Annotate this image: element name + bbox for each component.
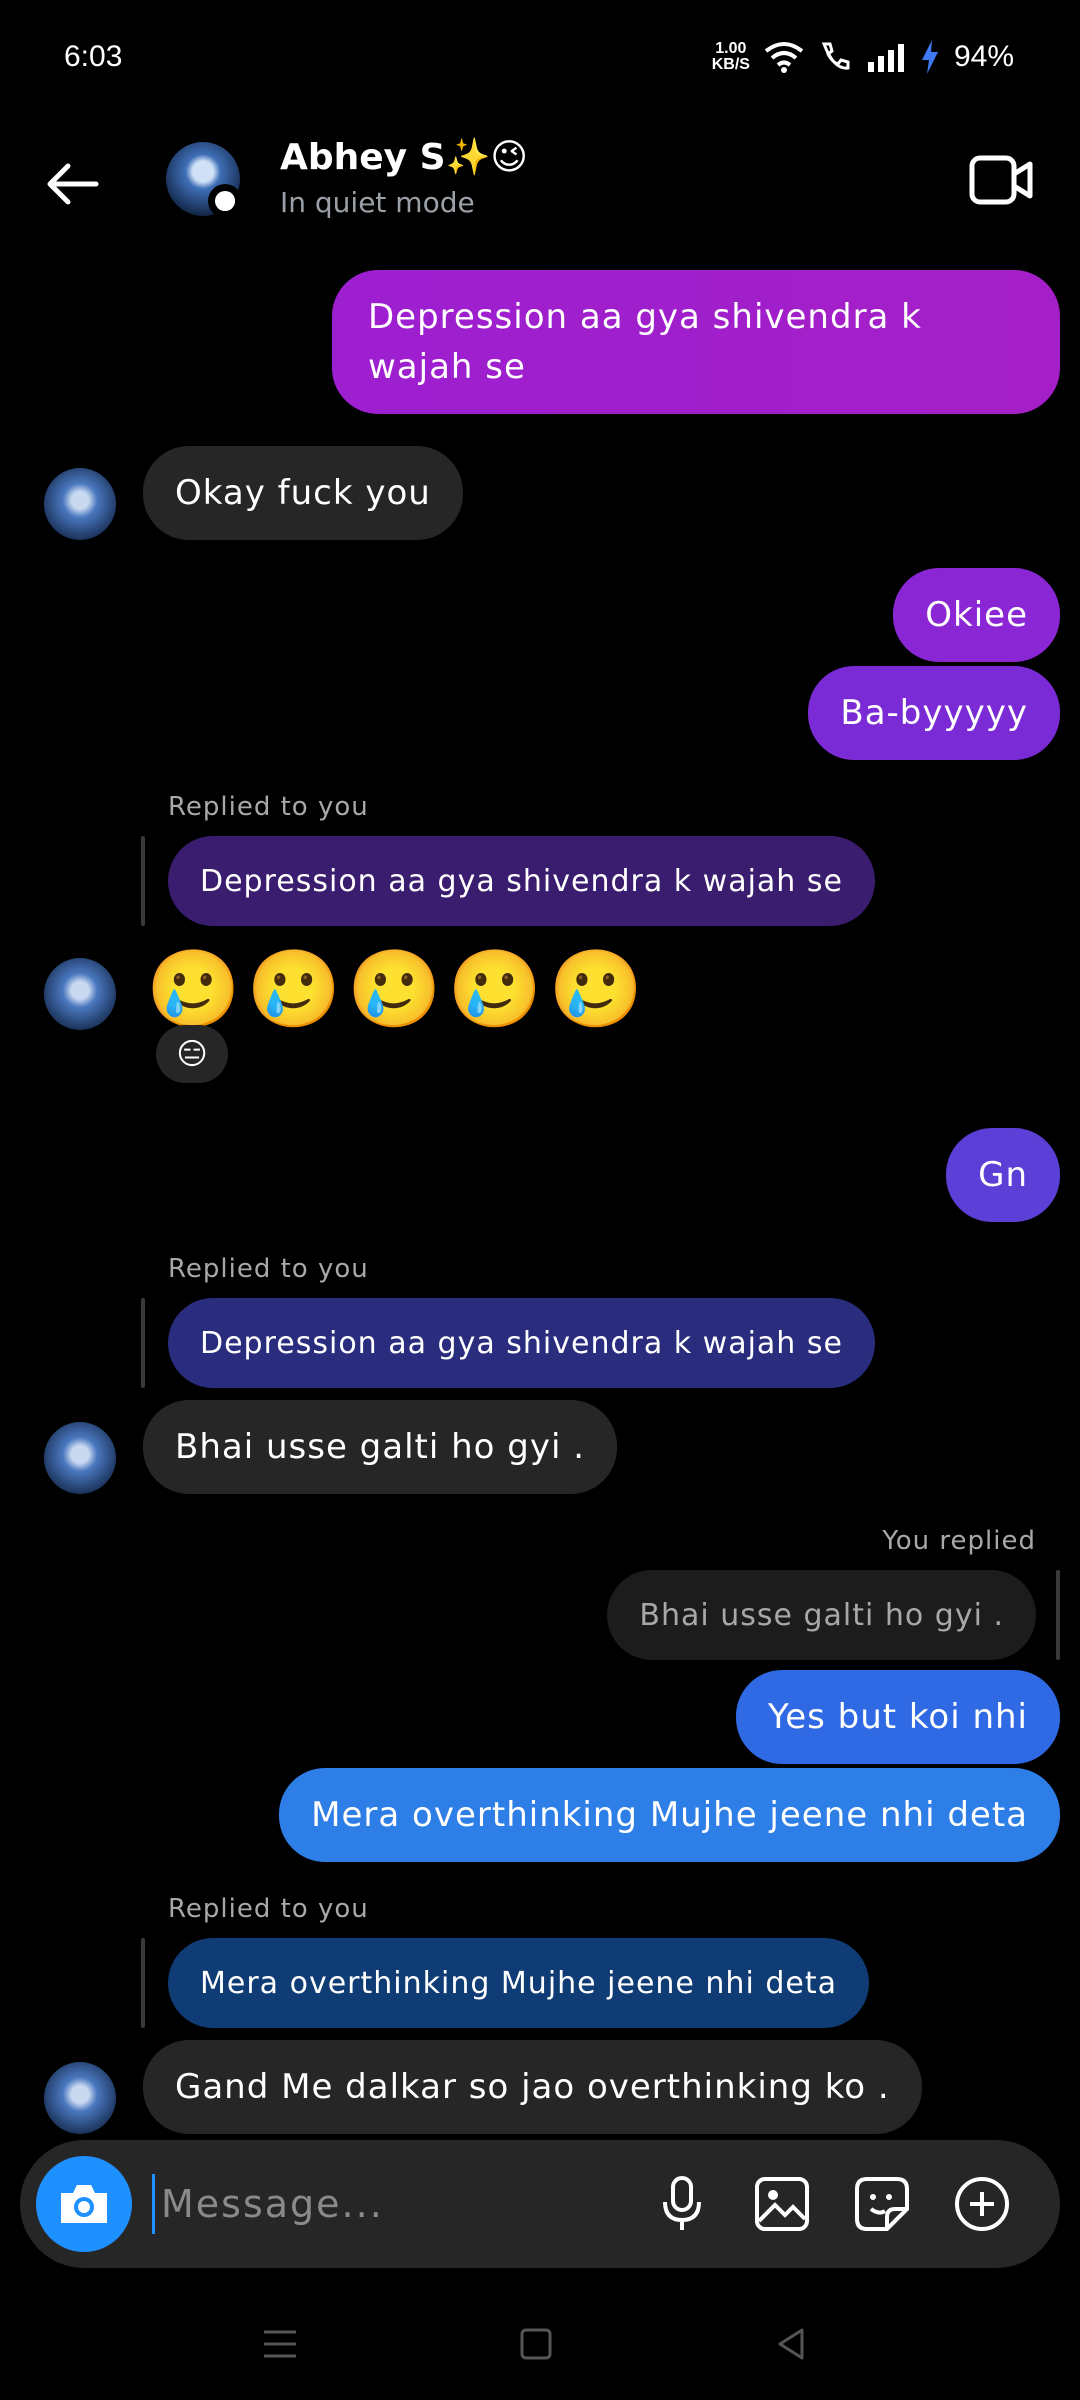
status-bar: 6:03 1.00 KB/S 94% [0, 0, 1080, 120]
battery-level: 94% [953, 40, 1014, 73]
gallery-icon [755, 2177, 809, 2231]
video-call-icon[interactable] [968, 152, 1034, 208]
wifi-calling-icon [821, 42, 850, 70]
sticker-button[interactable] [850, 2172, 914, 2236]
plus-icon [955, 2177, 1009, 2231]
quoted-message[interactable]: Bhai usse galti ho gyi . [607, 1570, 1036, 1660]
reply-indicator [141, 1298, 145, 1388]
sender-avatar[interactable] [44, 468, 116, 540]
status-icons: 1.00 KB/S 94% [712, 40, 1014, 74]
message-reaction[interactable]: 😑 [156, 1025, 228, 1083]
emoji-message[interactable]: 🥲🥲🥲🥲🥲 [146, 944, 649, 1034]
reply-indicator [141, 836, 145, 926]
camera-icon [61, 2185, 107, 2223]
signal-icon [867, 44, 904, 72]
menu-icon[interactable] [256, 2320, 304, 2368]
message-incoming[interactable]: Gand Me dalkar so jao overthinking ko . [143, 2040, 922, 2134]
quoted-message[interactable]: Depression aa gya shivendra k wajah se [168, 1298, 875, 1388]
message-incoming[interactable]: Okay fuck you [143, 446, 463, 540]
reply-indicator [141, 1938, 145, 2028]
message-outgoing[interactable]: Depression aa gya shivendra k wajah se [332, 270, 1060, 414]
message-composer [20, 2140, 1060, 2268]
sender-avatar[interactable] [44, 2062, 116, 2134]
reply-label: Replied to you [168, 1894, 369, 1924]
more-button[interactable] [950, 2172, 1014, 2236]
quiet-mode-moon-icon [208, 184, 242, 218]
microphone-button[interactable] [650, 2172, 714, 2236]
sticker-icon [855, 2177, 909, 2231]
message-outgoing[interactable]: Yes but koi nhi [735, 1670, 1060, 1764]
network-speed: 1.00 KB/S [711, 40, 750, 73]
sender-avatar[interactable] [44, 958, 116, 1030]
message-outgoing[interactable]: Mera overthinking Mujhe jeene nhi deta [279, 1768, 1060, 1862]
contact-name[interactable]: Abhey S✨😉 [280, 136, 528, 178]
message-outgoing[interactable]: Ba-byyyyy [808, 666, 1060, 760]
reply-indicator [1056, 1570, 1060, 1660]
message-incoming[interactable]: Bhai usse galti ho gyi . [143, 1400, 618, 1494]
back-triangle-icon[interactable] [768, 2320, 816, 2368]
contact-status: In quiet mode [280, 186, 475, 219]
chat-header: Abhey S✨😉 In quiet mode [0, 130, 1080, 240]
quoted-message[interactable]: Depression aa gya shivendra k wajah se [168, 836, 875, 926]
home-icon[interactable] [512, 2320, 560, 2368]
system-navigation-bar [0, 2290, 1080, 2400]
reply-label: Replied to you [168, 792, 369, 822]
reply-label: You replied [882, 1526, 1036, 1556]
sender-avatar[interactable] [44, 1422, 116, 1494]
microphone-icon [663, 2176, 701, 2230]
back-arrow-icon[interactable] [40, 152, 104, 216]
charging-icon [921, 40, 938, 74]
status-time: 6:03 [64, 40, 123, 73]
gallery-button[interactable] [750, 2172, 814, 2236]
camera-button[interactable] [36, 2156, 132, 2252]
wifi-icon [764, 42, 804, 73]
message-outgoing[interactable]: Gn [946, 1128, 1060, 1222]
quoted-message[interactable]: Mera overthinking Mujhe jeene nhi deta [168, 1938, 869, 2028]
message-outgoing[interactable]: Okiee [893, 568, 1060, 662]
reply-label: Replied to you [168, 1254, 369, 1284]
message-input[interactable] [152, 2174, 632, 2234]
